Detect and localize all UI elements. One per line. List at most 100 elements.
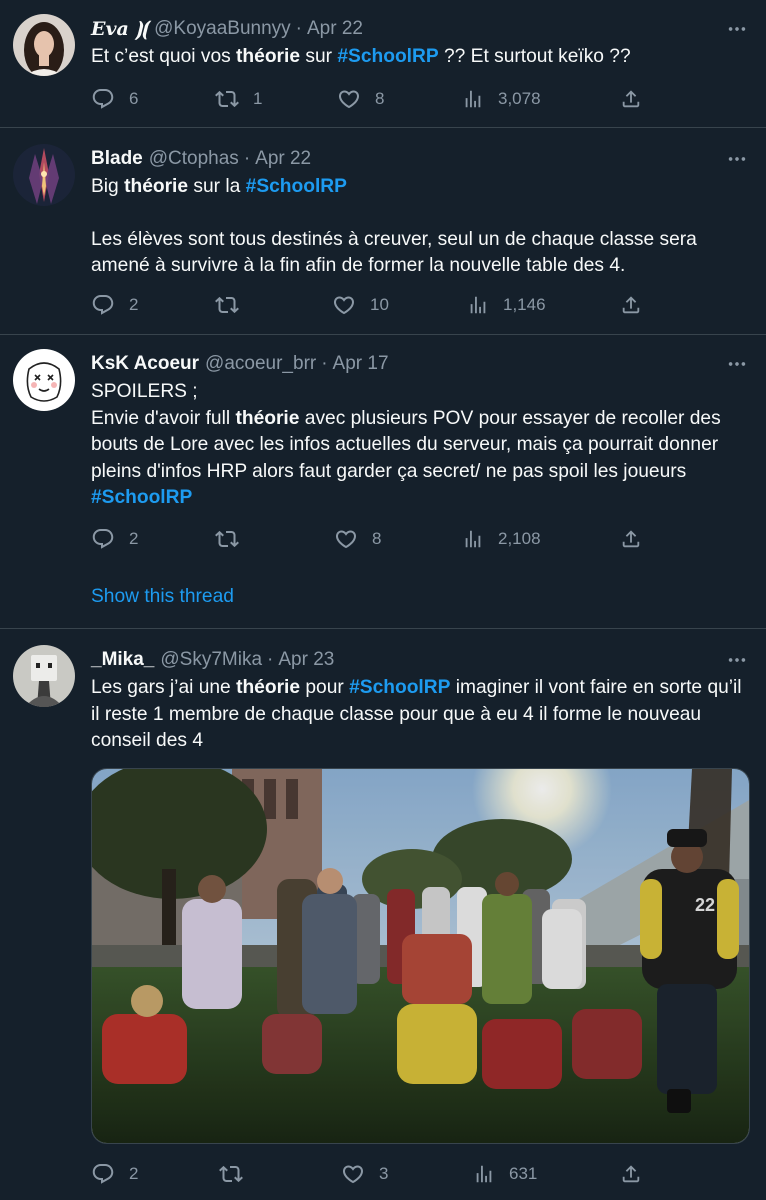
like-count: 3 (379, 1164, 389, 1183)
retweet-button[interactable] (219, 1159, 257, 1189)
reply-count: 2 (129, 529, 139, 548)
like-count: 10 (370, 295, 389, 314)
keyword: théorie (236, 46, 301, 67)
more-options-button[interactable] (708, 144, 748, 174)
like-button[interactable]: 8 (334, 524, 381, 554)
timestamp[interactable]: Apr 22 (307, 14, 363, 44)
separator-dot: · (321, 353, 328, 374)
views-button[interactable]: 2,108 (462, 524, 541, 554)
tweet-text-part: sur (300, 46, 338, 67)
keyword: théorie (124, 176, 189, 197)
avatar[interactable] (13, 349, 75, 411)
view-count: 3,078 (498, 89, 541, 108)
views-icon (462, 88, 484, 110)
keyword: théorie (235, 407, 300, 429)
display-name[interactable]: 𝑬𝒗𝒂 ⦘⦗ (91, 14, 148, 44)
heart-icon (334, 527, 358, 551)
show-thread-link[interactable]: Show this thread (91, 586, 234, 608)
heart-icon (341, 1162, 365, 1186)
timestamp[interactable]: Apr 22 (255, 144, 311, 174)
more-options-button[interactable] (708, 14, 748, 44)
hashtag-link[interactable]: #SchoolRP (91, 487, 192, 508)
retweet-button[interactable]: 1 (215, 84, 262, 114)
separator-dot: · (267, 649, 274, 670)
retweet-icon (215, 293, 239, 317)
views-button[interactable]: 1,146 (467, 290, 546, 320)
share-icon (620, 88, 642, 110)
avatar[interactable] (13, 645, 75, 707)
reply-icon (91, 87, 115, 111)
reply-button[interactable]: 2 (91, 524, 138, 554)
timestamp[interactable]: Apr 17 (333, 349, 389, 379)
reply-icon (91, 1162, 115, 1186)
views-button[interactable]: 3,078 (462, 84, 541, 114)
tweet-text: Envie d'avoir full théorie avec plusieur… (91, 406, 748, 512)
tweet[interactable]: _Mika_ @Sky7Mika · Apr 23 Les gars j’ai … (0, 629, 766, 1200)
tweet-actions: 2 3 631 (91, 1159, 656, 1189)
tweet-media-image[interactable]: 22 (91, 768, 750, 1144)
tweet-header: 𝑬𝒗𝒂 ⦘⦗ @KoyaaBunnyy · Apr 22 (91, 14, 748, 44)
retweet-icon (215, 527, 239, 551)
heart-icon (332, 293, 356, 317)
tweet-text-part: sur la (188, 176, 246, 197)
reply-icon (91, 527, 115, 551)
display-name[interactable]: Blade (91, 144, 143, 174)
share-icon (620, 294, 642, 316)
group-photo-image: 22 (92, 769, 749, 1143)
view-count: 1,146 (503, 295, 546, 314)
retweet-button[interactable] (215, 290, 253, 320)
hashtag-link[interactable]: #SchoolRP (349, 677, 450, 698)
handle[interactable]: @Ctophas (149, 144, 239, 174)
tweet-text: Les gars j’ai une théorie pour #SchoolRP… (91, 675, 748, 755)
views-icon (473, 1163, 495, 1185)
hashtag-link[interactable]: #SchoolRP (246, 176, 347, 197)
tweet-text-part: Et c’est quoi vos (91, 46, 237, 67)
share-button[interactable] (620, 290, 642, 320)
keyword: théorie (236, 677, 301, 698)
tweet-text-paragraph: Les élèves sont tous destinés à creuver,… (91, 228, 697, 277)
avatar[interactable] (13, 14, 75, 76)
share-button[interactable] (620, 524, 642, 554)
tweet-text: Big théorie sur la #SchoolRP (91, 174, 748, 201)
reply-button[interactable]: 2 (91, 290, 138, 320)
handle[interactable]: @acoeur_brr (205, 349, 316, 379)
more-icon (726, 353, 748, 375)
tweet-actions: 2 10 1,146 (91, 290, 656, 320)
share-button[interactable] (620, 1159, 642, 1189)
retweet-icon (219, 1162, 243, 1186)
tweet-header: _Mika_ @Sky7Mika · Apr 23 (91, 645, 748, 675)
reply-icon (91, 293, 115, 317)
reply-count: 2 (129, 1164, 139, 1183)
tweet-text-part: Envie d'avoir full (91, 407, 236, 429)
timestamp[interactable]: Apr 23 (278, 645, 334, 675)
tweet-header: Blade @Ctophas · Apr 22 (91, 144, 748, 174)
tweet[interactable]: KsK Acoeur @acoeur_brr · Apr 17 SPOILERS… (0, 335, 766, 629)
retweet-button[interactable] (215, 524, 253, 554)
display-name[interactable]: _Mika_ (91, 645, 154, 675)
views-button[interactable]: 631 (473, 1159, 537, 1189)
handle[interactable]: @KoyaaBunnyy (154, 14, 291, 44)
more-icon (726, 18, 748, 40)
retweet-icon (215, 87, 239, 111)
tweet-text-part: Les gars j’ai une (91, 677, 237, 698)
share-button[interactable] (620, 84, 642, 114)
like-button[interactable]: 8 (337, 84, 384, 114)
handle[interactable]: @Sky7Mika (160, 645, 262, 675)
display-name[interactable]: KsK Acoeur (91, 349, 199, 379)
tweet[interactable]: 𝑬𝒗𝒂 ⦘⦗ @KoyaaBunnyy · Apr 22 Et c’est qu… (0, 0, 766, 128)
reply-count: 2 (129, 295, 139, 314)
like-count: 8 (375, 89, 385, 108)
hashtag-link[interactable]: #SchoolRP (337, 46, 438, 67)
tweet-header: KsK Acoeur @acoeur_brr · Apr 17 (91, 349, 748, 379)
avatar[interactable] (13, 144, 75, 206)
views-icon (462, 528, 484, 550)
tweet-actions: 2 8 2,108 (91, 524, 656, 554)
like-button[interactable]: 10 (332, 290, 389, 320)
more-options-button[interactable] (708, 645, 748, 675)
more-options-button[interactable] (708, 349, 748, 379)
like-button[interactable]: 3 (341, 1159, 388, 1189)
reply-button[interactable]: 6 (91, 84, 138, 114)
tweet[interactable]: Blade @Ctophas · Apr 22 Big théorie sur … (0, 128, 766, 335)
reply-button[interactable]: 2 (91, 1159, 138, 1189)
tweet-actions: 6 1 8 3,078 (91, 84, 656, 114)
